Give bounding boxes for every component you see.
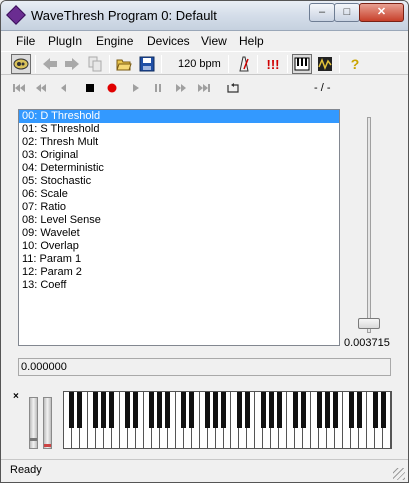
rewind-start-icon[interactable] — [11, 80, 27, 96]
close-button[interactable]: ✕ — [359, 3, 404, 22]
loop-icon[interactable] — [225, 80, 241, 96]
param-list-item[interactable]: 01: S Threshold — [19, 123, 339, 136]
black-key[interactable] — [149, 392, 155, 428]
param-list-item[interactable]: 11: Param 1 — [19, 253, 339, 266]
black-key[interactable] — [101, 392, 107, 428]
param-list-item[interactable]: 12: Param 2 — [19, 266, 339, 279]
black-key[interactable] — [300, 392, 306, 428]
param-list-item[interactable]: 10: Overlap — [19, 240, 339, 253]
black-key[interactable] — [268, 392, 274, 428]
stop-icon[interactable] — [82, 80, 98, 96]
save-icon[interactable] — [137, 54, 157, 74]
pause-icon[interactable] — [150, 80, 166, 96]
resize-grip-icon[interactable] — [393, 468, 405, 480]
black-key[interactable] — [372, 392, 378, 428]
black-key[interactable] — [244, 392, 250, 428]
black-key[interactable] — [93, 392, 99, 428]
black-key[interactable] — [292, 392, 298, 428]
param-list-item[interactable]: 08: Level Sense — [19, 214, 339, 227]
metronome-icon[interactable] — [234, 54, 254, 74]
param-list-item[interactable]: 09: Wavelet — [19, 227, 339, 240]
menu-view[interactable]: View — [200, 34, 228, 48]
fast-forward-icon[interactable] — [173, 80, 189, 96]
menu-devices[interactable]: Devices — [146, 34, 191, 48]
black-key[interactable] — [77, 392, 83, 428]
menu-engine[interactable]: Engine — [95, 34, 134, 48]
black-key[interactable] — [324, 392, 330, 428]
forward-arrow-icon[interactable] — [62, 54, 82, 74]
title-bar[interactable]: WaveThresh Program 0: Default – □ ✕ — [1, 1, 408, 31]
black-key[interactable] — [276, 392, 282, 428]
param-list-item[interactable]: 00: D Threshold — [19, 110, 339, 123]
black-key[interactable] — [133, 392, 139, 428]
slider-track — [367, 117, 371, 333]
settings-icon[interactable] — [11, 54, 31, 74]
status-bar: Ready — [1, 459, 408, 482]
black-key[interactable] — [189, 392, 195, 428]
keyboard-view-icon[interactable] — [292, 54, 312, 74]
panic-icon[interactable]: !!! — [263, 54, 283, 74]
window-title: WaveThresh Program 0: Default — [31, 8, 217, 23]
forward-end-icon[interactable] — [196, 80, 212, 96]
pitch-wheel[interactable] — [29, 397, 38, 449]
copy-icon[interactable] — [85, 54, 105, 74]
black-key[interactable] — [316, 392, 322, 428]
menu-help[interactable]: Help — [238, 34, 265, 48]
black-key[interactable] — [205, 392, 211, 428]
black-key[interactable] — [356, 392, 362, 428]
black-key[interactable] — [109, 392, 115, 428]
black-key[interactable] — [69, 392, 75, 428]
keyboard-panel: × — [1, 385, 408, 457]
black-key[interactable] — [332, 392, 338, 428]
transport-bar: - / - — [1, 76, 408, 100]
param-list-item[interactable]: 02: Thresh Mult — [19, 136, 339, 149]
wave-view-icon[interactable] — [315, 54, 335, 74]
black-key[interactable] — [125, 392, 131, 428]
parameter-list[interactable]: 00: D Threshold 01: S Threshold 02: Thresh… — [18, 109, 340, 346]
step-back-icon[interactable] — [55, 80, 71, 96]
app-diamond-icon — [6, 5, 26, 25]
piano-keyboard[interactable] — [63, 391, 392, 449]
black-key[interactable] — [157, 392, 163, 428]
mod-wheel[interactable] — [43, 397, 52, 449]
back-arrow-icon[interactable] — [40, 54, 60, 74]
tempo-display[interactable]: 120 bpm — [178, 58, 221, 70]
param-list-item[interactable]: 06: Scale — [19, 188, 339, 201]
black-key[interactable] — [380, 392, 386, 428]
pitch-wheel-marker — [30, 438, 37, 441]
value-field[interactable]: 0.000000 — [18, 358, 391, 376]
param-list-item[interactable]: 07: Ratio — [19, 201, 339, 214]
minimize-button[interactable]: – — [309, 3, 335, 22]
black-key[interactable] — [221, 392, 226, 428]
black-key[interactable] — [236, 392, 242, 428]
slider-value: 0.003715 — [344, 337, 390, 349]
black-key[interactable] — [213, 392, 219, 428]
param-list-item[interactable]: 03: Original — [19, 149, 339, 162]
app-window: WaveThresh Program 0: Default – □ ✕ File… — [0, 0, 409, 483]
mod-wheel-marker — [44, 444, 51, 447]
status-text: Ready — [10, 464, 42, 476]
menu-plugin[interactable]: PlugIn — [47, 34, 83, 48]
slider-thumb[interactable] — [358, 318, 380, 329]
menu-file[interactable]: File — [15, 34, 36, 48]
open-folder-icon[interactable] — [114, 54, 134, 74]
position-readout: - / - — [314, 82, 331, 94]
record-icon[interactable] — [104, 80, 120, 96]
maximize-button[interactable]: □ — [334, 3, 360, 22]
param-list-item[interactable]: 13: Coeff — [19, 279, 339, 292]
param-list-item[interactable]: 05: Stochastic — [19, 175, 339, 188]
play-icon[interactable] — [128, 80, 144, 96]
black-key[interactable] — [165, 392, 171, 428]
toolbar: 120 bpm !!! ? — [1, 51, 408, 75]
rewind-icon[interactable] — [33, 80, 49, 96]
black-key[interactable] — [181, 392, 187, 428]
black-key[interactable] — [260, 392, 266, 428]
parameter-slider[interactable] — [357, 113, 381, 337]
close-keyboard-icon[interactable]: × — [13, 391, 19, 402]
help-icon[interactable]: ? — [345, 54, 365, 74]
black-key[interactable] — [348, 392, 354, 428]
param-list-item[interactable]: 04: Deterministic — [19, 162, 339, 175]
menu-bar: File PlugIn Engine Devices View Help — [1, 32, 408, 51]
